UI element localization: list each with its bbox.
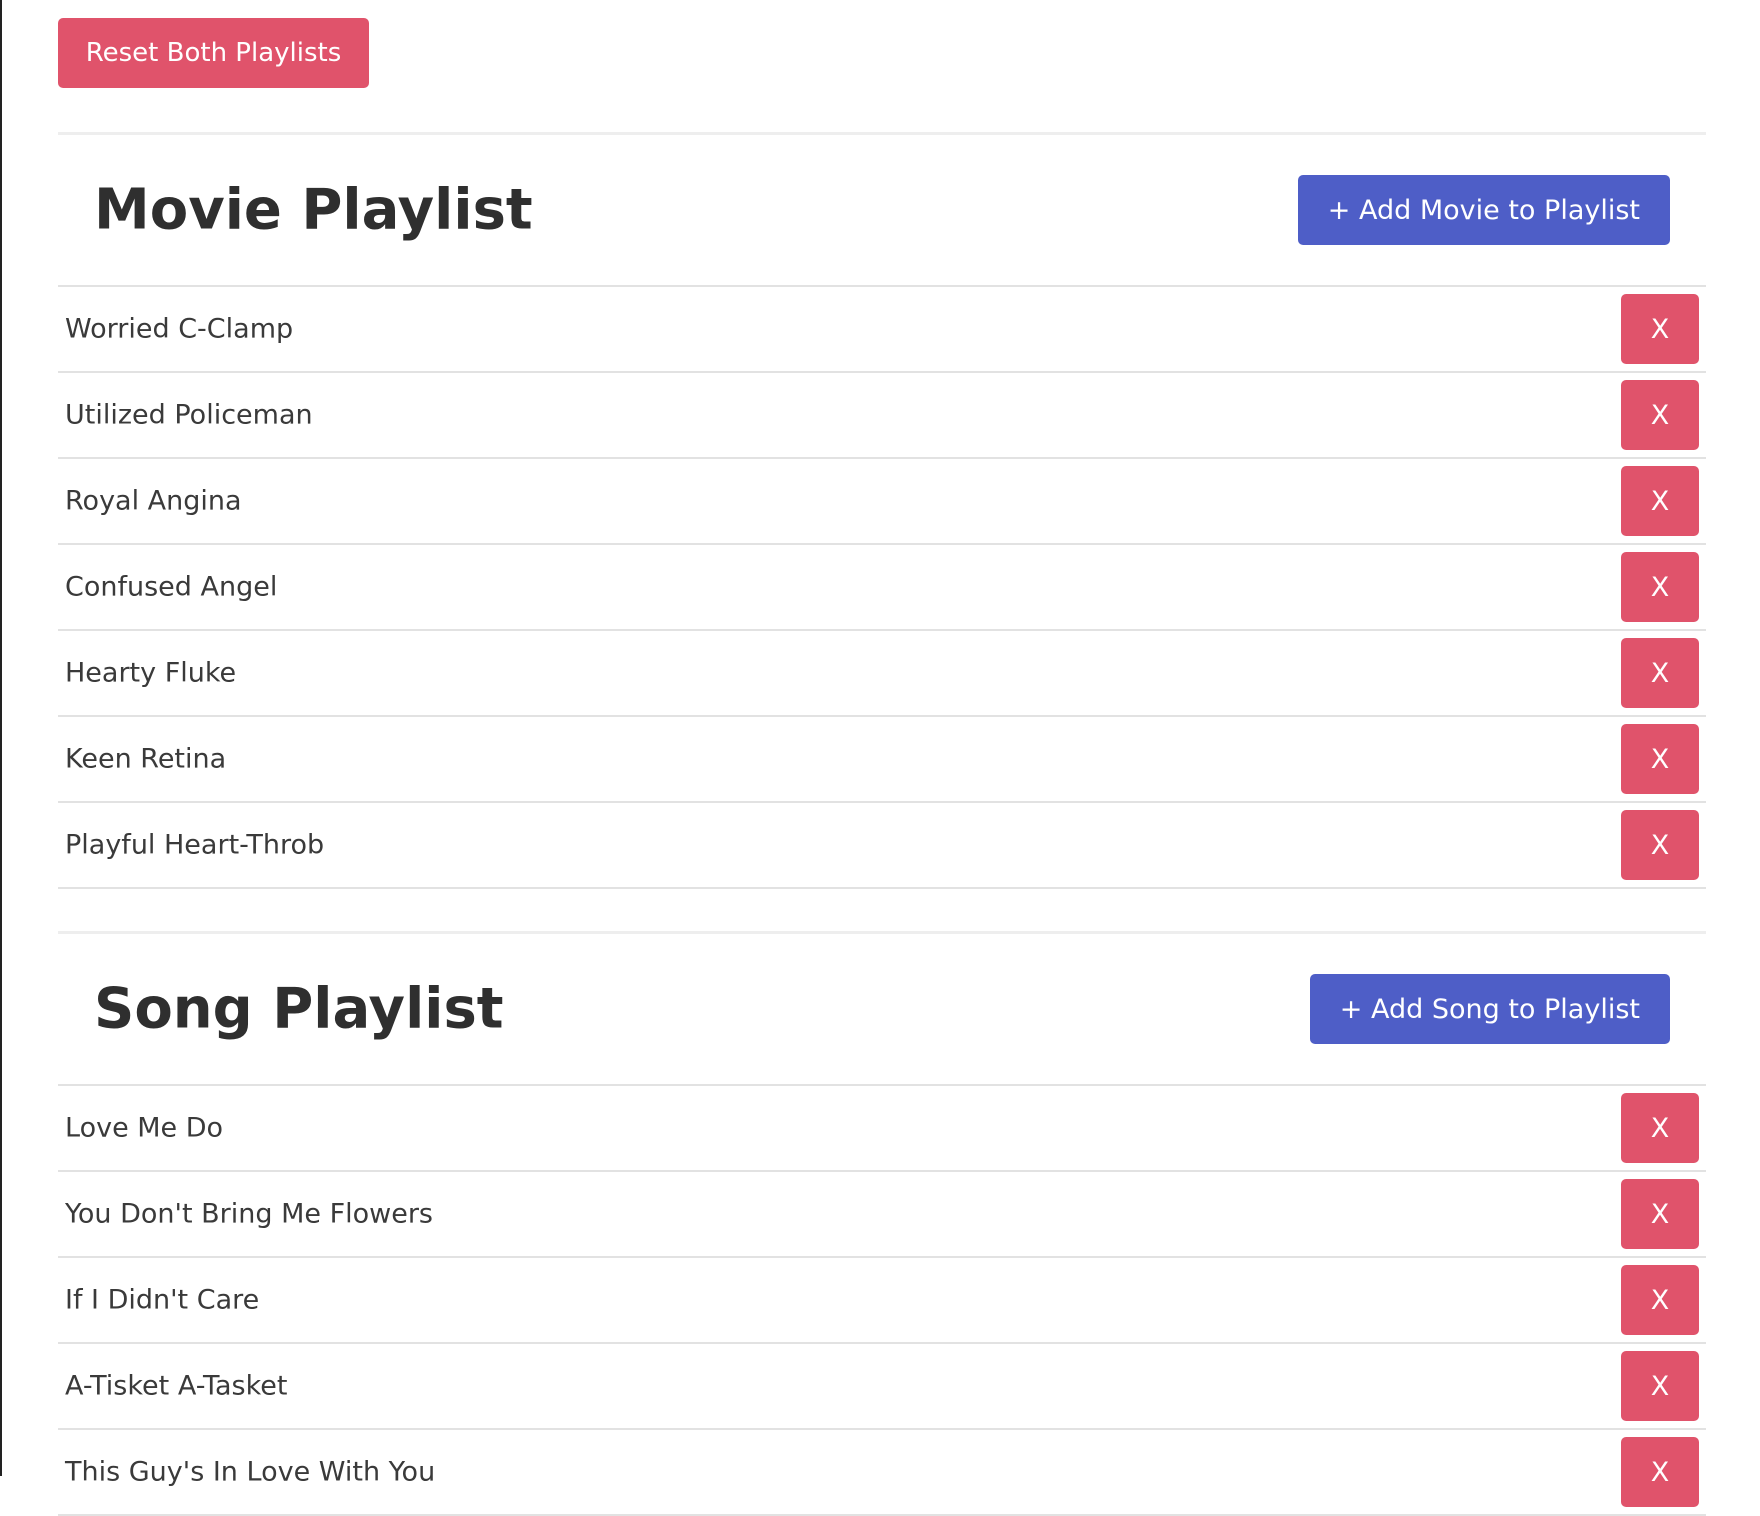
window-left-edge [0,0,2,1476]
song-title: If I Didn't Care [65,1284,260,1316]
list-item: You Don't Bring Me Flowers X [58,1172,1706,1258]
list-item: Confused Angel X [58,545,1706,631]
movie-title: Hearty Fluke [65,657,237,689]
movie-title: Keen Retina [65,743,227,775]
list-item: Royal Angina X [58,459,1706,545]
movie-list: Worried C-Clamp X Utilized Policeman X Royal… [58,285,1706,889]
movie-title: Royal Angina [65,485,242,517]
list-item: Love Me Do X [58,1086,1706,1172]
remove-song-button[interactable]: X [1621,1437,1699,1507]
remove-movie-button[interactable]: X [1621,294,1699,364]
list-item: A-Tisket A-Tasket X [58,1344,1706,1430]
remove-song-button[interactable]: X [1621,1179,1699,1249]
list-item: Hearty Fluke X [58,631,1706,717]
remove-movie-button[interactable]: X [1621,466,1699,536]
movie-title: Confused Angel [65,571,278,603]
song-playlist-header: Song Playlist + Add Song to Playlist [58,934,1706,1084]
movie-playlist-title: Movie Playlist [94,177,533,243]
movie-title: Playful Heart-Throb [65,829,325,861]
remove-movie-button[interactable]: X [1621,638,1699,708]
remove-movie-button[interactable]: X [1621,724,1699,794]
list-item: Playful Heart-Throb X [58,803,1706,889]
movie-playlist-section: Movie Playlist + Add Movie to Playlist W… [58,135,1706,889]
song-title: Love Me Do [65,1112,224,1144]
remove-movie-button[interactable]: X [1621,380,1699,450]
list-item: Worried C-Clamp X [58,287,1706,373]
remove-song-button[interactable]: X [1621,1093,1699,1163]
movie-title: Utilized Policeman [65,399,313,431]
song-list: Love Me Do X You Don't Bring Me Flowers X If… [58,1084,1706,1516]
song-playlist-section: Song Playlist + Add Song to Playlist Lov… [58,934,1706,1516]
remove-song-button[interactable]: X [1621,1351,1699,1421]
remove-movie-button[interactable]: X [1621,552,1699,622]
list-item: This Guy's In Love With You X [58,1430,1706,1516]
list-item: If I Didn't Care X [58,1258,1706,1344]
list-item: Utilized Policeman X [58,373,1706,459]
remove-movie-button[interactable]: X [1621,810,1699,880]
reset-both-playlists-button[interactable]: Reset Both Playlists [58,18,369,88]
song-playlist-title: Song Playlist [94,976,504,1042]
movie-playlist-header: Movie Playlist + Add Movie to Playlist [58,135,1706,285]
song-title: You Don't Bring Me Flowers [65,1198,433,1230]
song-title: A-Tisket A-Tasket [65,1370,288,1402]
add-song-button[interactable]: + Add Song to Playlist [1309,974,1670,1044]
list-item: Keen Retina X [58,717,1706,803]
add-movie-button[interactable]: + Add Movie to Playlist [1297,175,1670,245]
remove-song-button[interactable]: X [1621,1265,1699,1335]
app-container: Reset Both Playlists Movie Playlist + Ad… [58,18,1706,1516]
movie-title: Worried C-Clamp [65,313,294,345]
song-title: This Guy's In Love With You [65,1456,436,1488]
